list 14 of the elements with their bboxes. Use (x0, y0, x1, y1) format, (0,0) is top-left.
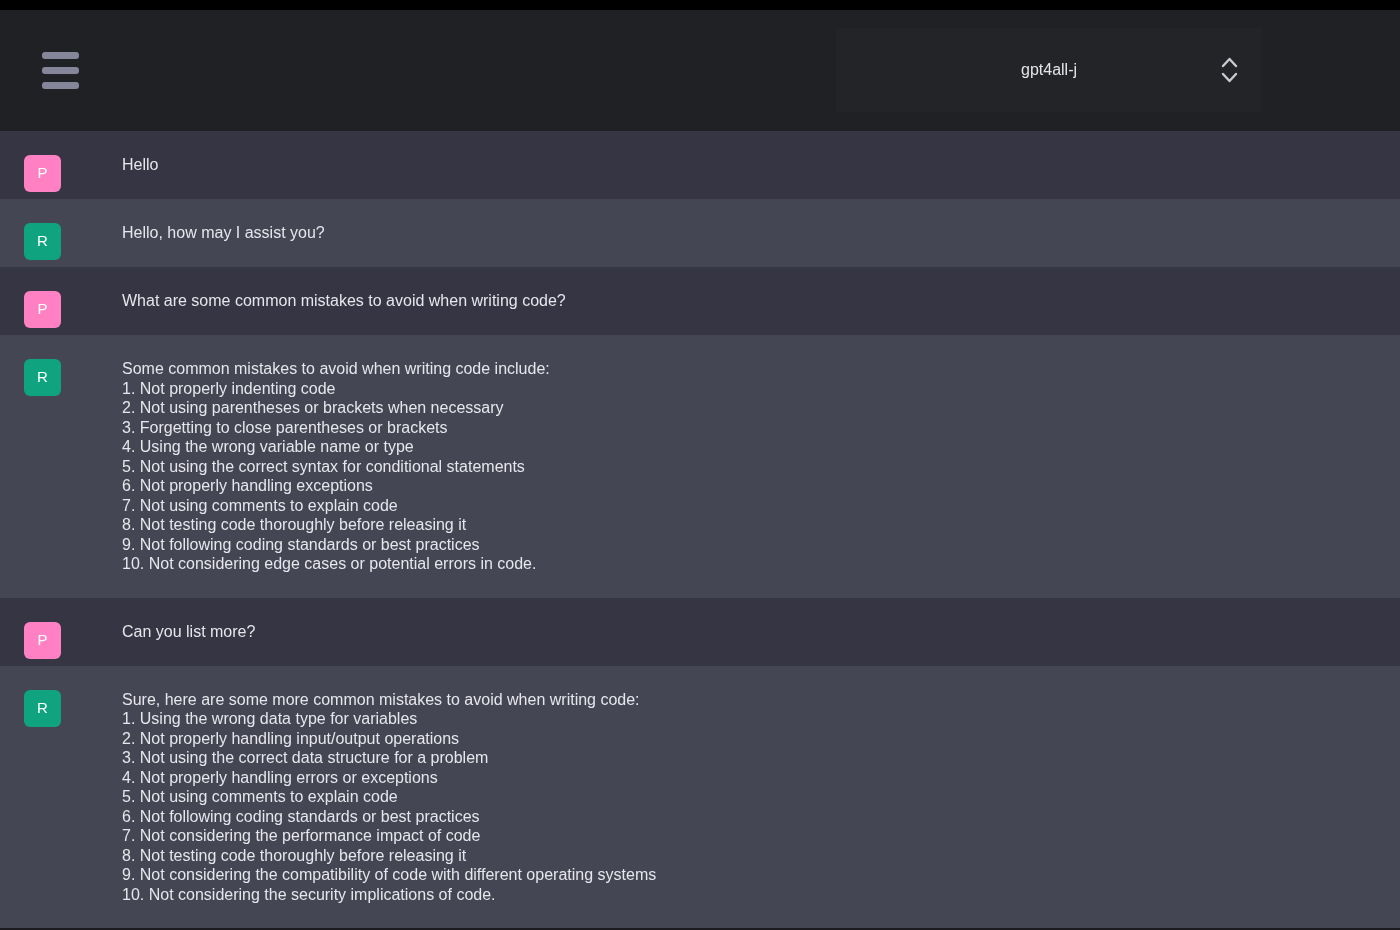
message-text: Hello (122, 155, 159, 175)
avatar: P (24, 291, 61, 328)
chevron-up-down-icon (1221, 57, 1238, 83)
message-text: Sure, here are some more common mistakes to avoid when writing code: 1. Using the wrong data type for variables 2. Not properly handling input/output operations 3. Not using the correct data structure for a problem 4. Not properly handling errors or exceptions 5. Not using comments to explain code 6. Not following coding standards or best practices 7. Not considering the performance impact of code 8. Not testing code thoroughly before releasing it 9. Not considering the compatibility of code with different operating systems 10. Not considering the security implications of code. (122, 689, 657, 905)
avatar: R (24, 359, 61, 396)
message-text: Hello, how may I assist you? (122, 223, 325, 243)
avatar: R (24, 223, 61, 260)
avatar: P (24, 621, 61, 659)
message-text: Can you list more? (122, 621, 256, 642)
avatar: P (24, 155, 61, 192)
avatar: R (24, 689, 61, 727)
message-text: Some common mistakes to avoid when writing code include: 1. Not properly indenting code 2. Not using parentheses or brackets when necessary 3. Forgetting to close parentheses or brackets 4. Using the wrong variable name or type 5. Not using the correct syntax for conditional statements 6. Not properly handling exceptions 7. Not using comments to explain code 8. Not testing code thoroughly before releasing it 9. Not following coding standards or best practices 10. Not considering edge cases or potential errors in code. (122, 359, 550, 574)
menu-icon[interactable] (42, 52, 79, 89)
message-text: What are some common mistakes to avoid when writing code? (122, 291, 566, 311)
